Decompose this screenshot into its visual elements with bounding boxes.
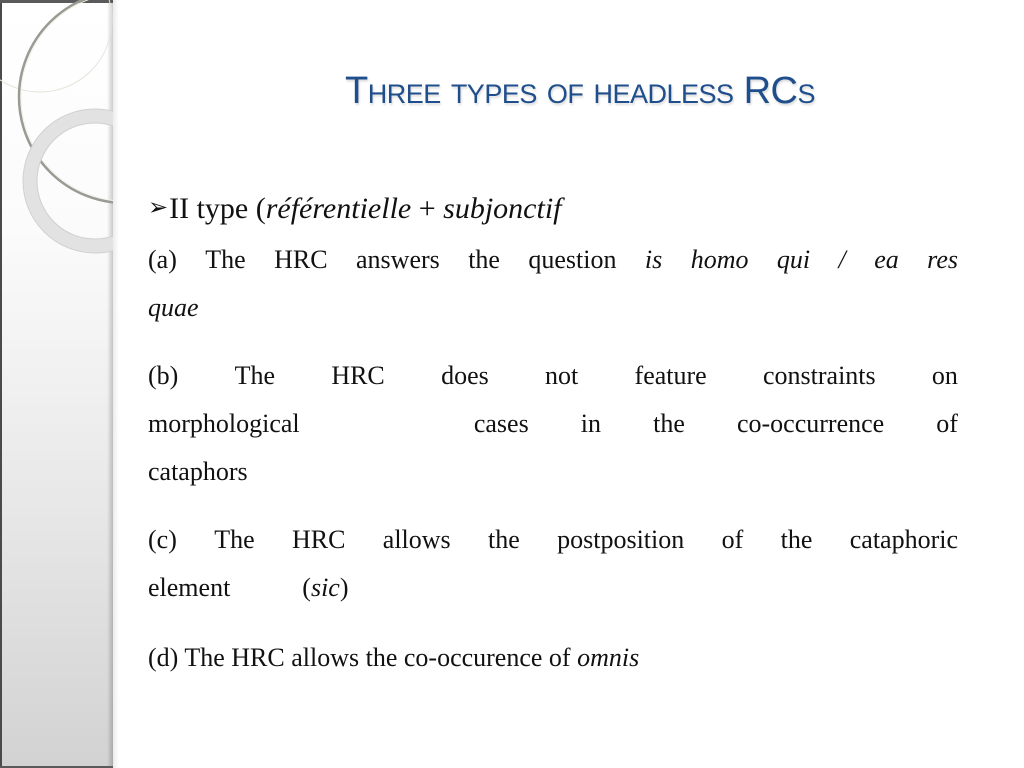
point-b-line-2: morphological cases in the co-occurrence… (148, 400, 958, 448)
word: in (580, 409, 602, 438)
word: question (528, 245, 617, 274)
point-a: (a) The HRC answers the question is homo… (148, 236, 958, 332)
word: the (653, 409, 685, 438)
word: cataphoric (849, 525, 958, 554)
word: HRC (331, 361, 385, 390)
word: feature (634, 361, 707, 390)
point-d-text: (d) The HRC allows the co-occurence of (148, 643, 578, 672)
word: the (468, 245, 500, 274)
word: co-occurrence (736, 409, 885, 438)
arrow-bullet-icon: ➢ (148, 195, 169, 221)
word: of (721, 525, 744, 554)
point-a-line-1: (a) The HRC answers the question is homo… (148, 236, 958, 284)
word: not (545, 361, 579, 390)
word: the (488, 525, 520, 554)
word: The (234, 361, 276, 390)
italic-word: ea (874, 245, 899, 274)
word: on (931, 361, 958, 390)
word: allows (382, 525, 451, 554)
word: does (441, 361, 489, 390)
italic-word: is (644, 245, 663, 274)
word: morphological (148, 409, 300, 438)
italic-word: homo (690, 245, 749, 274)
point-b: (b) The HRC does not feature constraints… (148, 352, 958, 496)
word: The (214, 525, 255, 554)
point-c: (c) The HRC allows the postposition of t… (148, 516, 958, 612)
thick-ring-icon (23, 109, 113, 253)
italic-word: / (838, 245, 846, 274)
word: The (205, 245, 246, 274)
word: (a) (148, 245, 177, 274)
italic-word: sic (310, 573, 340, 602)
italic-word: res (927, 245, 958, 274)
point-b-line-3: cataphors (148, 457, 248, 486)
word: (b) (148, 361, 179, 390)
point-c-line-2: element (sic) (148, 564, 958, 612)
word: answers (356, 245, 440, 274)
italic-word: omnis (577, 643, 640, 672)
word: element (148, 573, 231, 602)
bullet-plus: + (411, 192, 444, 225)
decorative-circles-icon (0, 0, 113, 254)
word: HRC (291, 525, 346, 554)
paren-open: ( (302, 573, 311, 602)
slide-title: Three types of headless RCs (345, 70, 815, 112)
word: (c) (148, 525, 177, 554)
paren-close: ) (339, 573, 349, 602)
word: of (936, 409, 958, 438)
point-a-line-2: quae (148, 293, 199, 322)
word: the (780, 525, 813, 554)
word: constraints (762, 361, 876, 390)
word: cases (473, 409, 529, 438)
bullet-italic-referentielle: référentielle (265, 192, 412, 225)
bullet-italic-subjonctif: subjonctif (443, 192, 562, 225)
slide-content: ➢II type (référentielle + subjonctif (a)… (148, 183, 958, 682)
bullet-heading: ➢II type (référentielle + subjonctif (148, 183, 958, 234)
italic-word: qui (776, 245, 811, 274)
word: postposition (557, 525, 685, 554)
point-d: (d) The HRC allows the co-occurence of o… (148, 634, 958, 682)
word: HRC (274, 245, 328, 274)
slide: Three types of headless RCs ➢II type (ré… (0, 0, 1024, 768)
point-b-line-1: (b) The HRC does not feature constraints… (148, 352, 958, 400)
bullet-label: II type ( (169, 192, 266, 225)
point-c-line-1: (c) The HRC allows the postposition of t… (148, 516, 958, 564)
